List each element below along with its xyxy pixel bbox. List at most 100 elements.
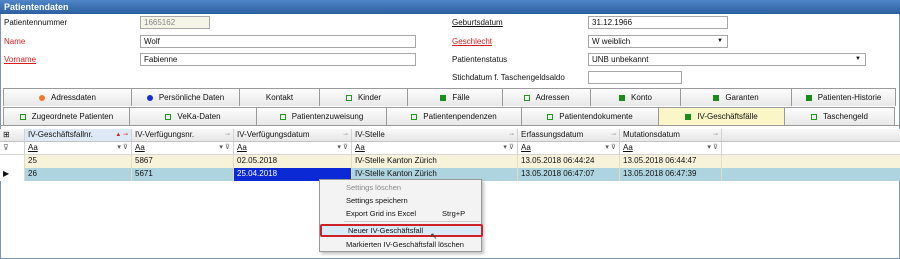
column-header[interactable]: Erfassungsdatum ⊸ [518,129,620,141]
patientennummer-field[interactable]: 1665162 [140,16,210,29]
table-cell[interactable]: 5671 [132,168,234,181]
tab-label: Patienten-Historie [817,93,882,102]
table-cell[interactable]: 13.05.2018 06:47:07 [518,168,620,181]
tab-kontakt[interactable]: Kontakt [239,88,320,106]
column-header-label: IV-Geschäftsfallnr. [28,130,93,139]
geburtsdatum-field[interactable]: 31.12.1966 [588,16,728,29]
filter-icon[interactable]: ⊽ [0,142,25,154]
geburtsdatum-label[interactable]: Geburtsdatum [452,18,503,28]
green-square-filled-icon [619,94,626,101]
filter-input[interactable]: Aa ▾ ⊽ [352,142,518,154]
filter-input[interactable]: Aa ▾ ⊽ [518,142,620,154]
tab-label: Konto [631,93,652,102]
filter-input[interactable]: Aa ▾ ⊽ [25,142,132,154]
tab-garanten[interactable]: Garanten [680,88,792,106]
green-square-outline-icon [279,113,286,120]
tab-label: Zugeordnete Patienten [31,112,114,121]
filter-operator: Aa [28,143,38,152]
grid-filter-row: ⊽ Aa ▾ ⊽ Aa ▾ ⊽ Aa ▾ ⊽ Aa ▾ ⊽ Aa ▾ ⊽ Aa ▾ ⊽ [0,142,900,155]
patientenstatus-select[interactable]: UNB unbekannt ▼ [588,53,866,66]
tab-label: Adressen [535,93,570,102]
table-row[interactable]: 25 5867 02.05.2018 IV-Stelle Kanton Züri… [0,155,900,168]
mouse-cursor-icon: ↖ [430,231,438,241]
sort-asc-icon: ▲ ⊸ [115,132,128,138]
tab-persoenliche-daten[interactable]: Persönliche Daten [131,88,240,106]
name-field[interactable]: Wolf [140,35,416,48]
window-title: Patientendaten [0,0,900,14]
column-header[interactable]: IV-Geschäftsfallnr. ▲ ⊸ [25,129,132,141]
table-cell[interactable]: 13.05.2018 06:44:24 [518,155,620,168]
tab-patientendokumente[interactable]: Patientendokumente [521,107,659,125]
row-indicator[interactable] [0,155,25,168]
tab-label: Persönliche Daten [158,93,225,102]
patientennummer-label: Patientennummer [4,18,68,27]
pin-icon: ⊸ [712,132,718,138]
vorname-field[interactable]: Fabienne [140,53,416,66]
filter-input[interactable]: Aa ▾ ⊽ [620,142,722,154]
dropdown-arrow-icon: ▼ [855,56,861,62]
filter-input[interactable]: Aa ▾ ⊽ [234,142,352,154]
filter-dropdown-icon[interactable]: ▾ ⊽ [605,142,616,154]
table-cell[interactable]: 13.05.2018 06:44:47 [620,155,722,168]
tab-veka-daten[interactable]: VeKa-Daten [129,107,257,125]
geschlecht-label[interactable]: Geschlecht [452,37,492,47]
green-square-filled-icon [805,94,812,101]
filter-dropdown-icon[interactable]: ▾ ⊽ [707,142,718,154]
green-square-outline-icon [811,113,818,120]
tab-kinder[interactable]: Kinder [319,88,408,106]
filter-dropdown-icon[interactable]: ▾ ⊽ [117,142,128,154]
tab-adressdaten[interactable]: Adressdaten [3,88,132,106]
table-cell[interactable]: 13.05.2018 06:47:39 [620,168,722,181]
table-cell[interactable]: 25 [25,155,132,168]
tab-adressen[interactable]: Adressen [502,88,591,106]
tab-zugeordnete-patienten[interactable]: Zugeordnete Patienten [3,107,130,125]
table-cell[interactable]: 26 [25,168,132,181]
tab-konto[interactable]: Konto [590,88,681,106]
tab-label: Patientenpendenzen [423,112,497,121]
filter-input[interactable]: Aa ▾ ⊽ [132,142,234,154]
menu-item-settings-loeschen[interactable]: Settings löschen [320,181,483,194]
tab-label: Kinder [357,93,382,102]
column-chooser-icon[interactable]: ⊞ [0,129,25,141]
column-header[interactable]: Mutationsdatum ⊸ [620,129,722,141]
blue-dot-icon [146,94,153,101]
geschlecht-value: W weiblich [592,37,631,46]
tab-label: IV-Geschäftsfälle [697,112,758,121]
column-header[interactable]: IV-Verfügungsnr. ⊸ [132,129,234,141]
pin-icon: ⊸ [508,132,514,138]
grid-header: ⊞ IV-Geschäftsfallnr. ▲ ⊸ IV-Verfügungsnr… [0,129,900,142]
green-square-filled-icon [713,94,720,101]
menu-item-settings-speichern[interactable]: Settings speichern [320,194,483,207]
tab-faelle[interactable]: Fälle [407,88,503,106]
table-cell[interactable]: IV-Stelle Kanton Zürich [352,155,518,168]
filter-dropdown-icon[interactable]: ▾ ⊽ [503,142,514,154]
patientenstatus-label: Patientenstatus [452,55,508,64]
menu-item-export-excel[interactable]: Export Grid ins Excel Strg+P [320,207,483,220]
name-label: Name [4,37,26,46]
table-cell[interactable]: 02.05.2018 [234,155,352,168]
filter-dropdown-icon[interactable]: ▾ ⊽ [337,142,348,154]
tab-label: Kontakt [265,93,294,102]
column-header[interactable]: IV-Stelle ⊸ [352,129,518,141]
tab-patientenzuweisung[interactable]: Patientenzuweisung [256,107,387,125]
tab-patientenpendenzen[interactable]: Patientenpendenzen [386,107,522,125]
current-row-arrow-icon[interactable]: ▶ [0,168,25,181]
tab-patienten-historie[interactable]: Patienten-Historie [791,88,896,106]
column-header-label: IV-Verfügungsdatum [237,130,310,139]
pin-icon: ⊸ [342,132,348,138]
table-cell[interactable]: 5867 [132,155,234,168]
column-header[interactable]: IV-Verfügungsdatum ⊸ [234,129,352,141]
menu-item-neuer-iv-geschaeftsfall[interactable]: Neuer IV-Geschäftsfall [320,224,483,237]
filter-dropdown-icon[interactable]: ▾ ⊽ [219,142,230,154]
menu-item-markierten-loeschen[interactable]: Markierten IV-Geschäftsfall löschen [320,238,483,251]
vorname-label[interactable]: Vorname [4,55,36,65]
tab-divider [0,125,900,126]
geschlecht-select[interactable]: W weiblich ▼ [588,35,728,48]
pin-icon: ⊸ [610,132,616,138]
tab-label: Garanten [725,93,759,102]
tab-taschengeld[interactable]: Taschengeld [784,107,895,125]
stichdatum-field[interactable] [588,71,682,84]
dropdown-arrow-icon: ▼ [717,38,723,44]
tab-iv-geschaeftsfaelle[interactable]: IV-Geschäftsfälle [658,107,785,125]
tab-label: Fälle [452,93,470,102]
